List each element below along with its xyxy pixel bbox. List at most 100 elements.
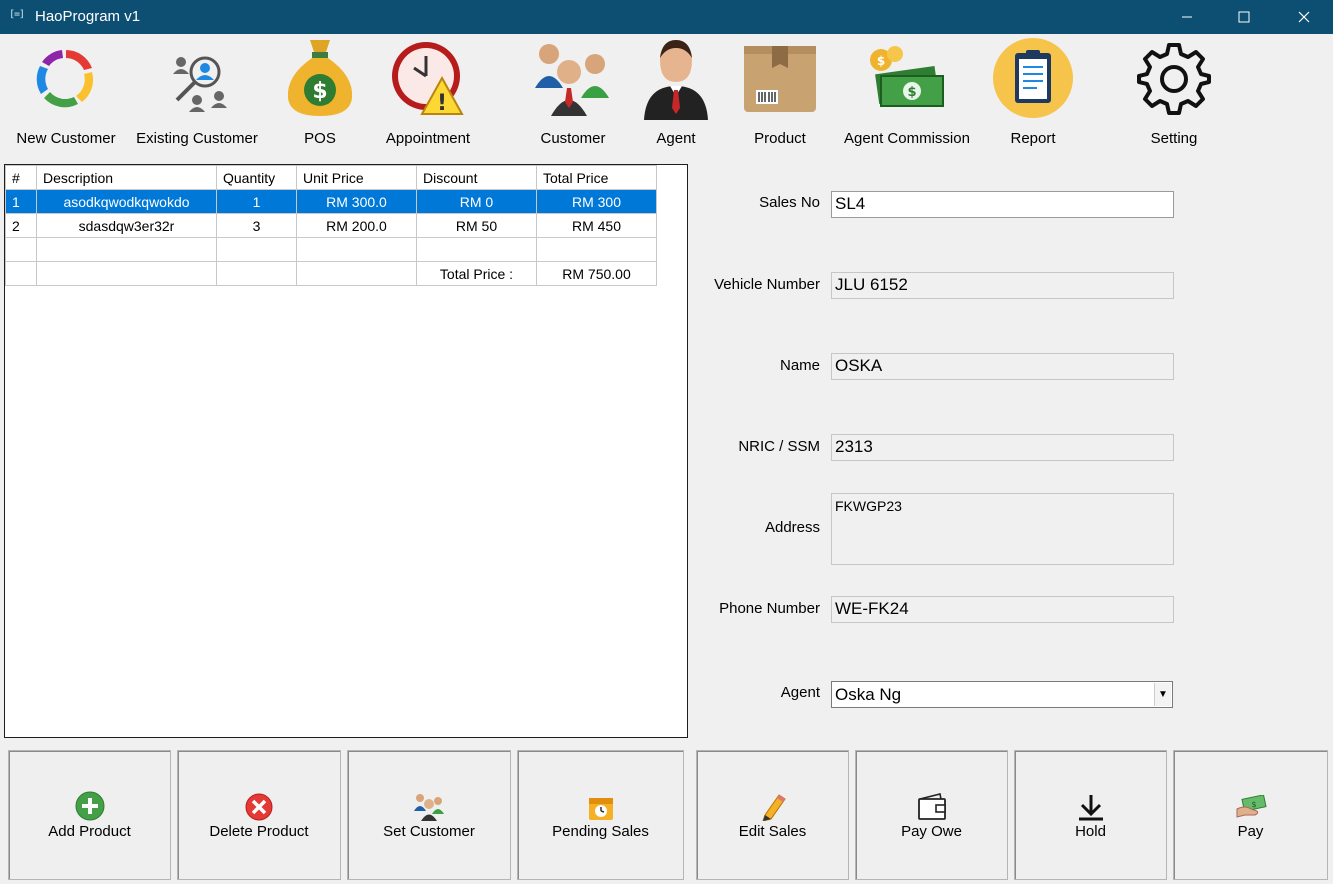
cell-description[interactable]: sdasdqw3er32r	[36, 213, 217, 238]
toolbar-label: Customer	[540, 130, 606, 147]
minimize-icon	[1182, 16, 1192, 18]
phone-number-field[interactable]: WE-FK24	[831, 596, 1174, 623]
cell-unit-price[interactable]: RM 300.0	[296, 189, 417, 214]
toolbar-existing-customer[interactable]: Existing Customer	[135, 34, 259, 156]
svg-text:$: $	[877, 54, 885, 68]
plus-circle-icon	[75, 791, 105, 821]
toolbar-agent-commission[interactable]: $ $ Agent Commission	[840, 34, 974, 156]
table-row-empty[interactable]	[5, 237, 657, 262]
address-label: Address	[764, 519, 820, 536]
pay-owe-button[interactable]: Pay Owe	[855, 750, 1008, 880]
set-customer-button[interactable]: Set Customer	[347, 750, 511, 880]
cell-unit-price[interactable]: RM 200.0	[296, 213, 417, 238]
cell-number[interactable]: 1	[5, 189, 37, 214]
clock-warning-icon: !	[386, 34, 470, 122]
toolbar-report[interactable]: Report	[990, 34, 1076, 156]
download-icon	[1077, 791, 1105, 821]
delete-product-button[interactable]: Delete Product	[177, 750, 341, 880]
refresh-cycle-icon	[24, 34, 108, 122]
cell-discount[interactable]: RM 50	[416, 213, 537, 238]
toolbar-label: Product	[754, 130, 806, 147]
toolbar-new-customer[interactable]: New Customer	[10, 34, 122, 156]
cell-total-price[interactable]: RM 450	[536, 213, 657, 238]
user-search-icon	[155, 34, 239, 122]
name-field[interactable]: OSKA	[831, 353, 1174, 380]
toolbar-label: Agent Commission	[844, 130, 970, 147]
toolbar-label: Existing Customer	[136, 130, 258, 147]
package-box-icon	[738, 34, 822, 122]
column-header-discount[interactable]: Discount	[416, 165, 537, 190]
money-bag-icon: $	[278, 34, 362, 122]
title-bar: [=] HaoProgram v1	[0, 0, 1333, 34]
cell-quantity[interactable]: 3	[216, 213, 297, 238]
total-price-value: RM 750.00	[536, 261, 657, 286]
cell-number[interactable]: 2	[5, 213, 37, 238]
app-icon: [=]	[9, 9, 25, 20]
sales-table-panel: # Description Quantity Unit Price Discou…	[4, 164, 688, 738]
minimize-button[interactable]	[1164, 0, 1210, 34]
clipboard-report-icon	[991, 34, 1075, 122]
vehicle-number-field[interactable]: JLU 6152	[831, 272, 1174, 299]
calendar-clock-icon	[588, 791, 614, 821]
button-label: Delete Product	[209, 822, 309, 840]
svg-text:$: $	[907, 85, 916, 100]
svg-text:!: !	[437, 91, 447, 116]
main-toolbar: New Customer Existing Customer $ POS ! A…	[0, 34, 1333, 159]
button-label: Pending Sales	[552, 822, 649, 840]
pencil-icon	[759, 791, 787, 821]
column-header-description[interactable]: Description	[36, 165, 217, 190]
dropdown-arrow-icon[interactable]: ▼	[1154, 683, 1171, 706]
close-icon	[1298, 11, 1310, 23]
button-label: Hold	[1075, 822, 1106, 840]
window-title: HaoProgram v1	[35, 8, 141, 25]
total-price-label: Total Price :	[416, 261, 537, 286]
button-label: Pay	[1237, 822, 1264, 840]
pay-button[interactable]: $ Pay	[1173, 750, 1328, 880]
close-button[interactable]	[1281, 0, 1327, 34]
toolbar-agent[interactable]: Agent	[638, 34, 714, 156]
cell-discount[interactable]: RM 0	[416, 189, 537, 214]
button-label: Edit Sales	[738, 822, 807, 840]
nric-label: NRIC / SSM	[738, 438, 820, 455]
maximize-button[interactable]	[1221, 0, 1267, 34]
agent-select[interactable]: Oska Ng ▼	[831, 681, 1173, 708]
svg-text:$: $	[312, 79, 327, 104]
column-header-unit-price[interactable]: Unit Price	[296, 165, 417, 190]
toolbar-label: POS	[304, 130, 336, 147]
svg-text:$: $	[1251, 800, 1256, 809]
cell-quantity[interactable]: 1	[216, 189, 297, 214]
column-header-number[interactable]: #	[5, 165, 37, 190]
hand-money-icon: $	[1235, 791, 1267, 821]
agent-selected-value: Oska Ng	[835, 685, 902, 704]
cell-description[interactable]: asodkqwodkqwokdo	[36, 189, 217, 214]
hold-button[interactable]: Hold	[1014, 750, 1167, 880]
sales-table: # Description Quantity Unit Price Discou…	[5, 165, 657, 286]
toolbar-label: Agent	[656, 130, 696, 147]
agent-label: Agent	[780, 684, 820, 701]
people-group-icon	[412, 791, 446, 821]
toolbar-setting[interactable]: Setting	[1133, 34, 1215, 156]
toolbar-label: Appointment	[385, 130, 471, 147]
wallet-icon	[917, 791, 947, 821]
edit-sales-button[interactable]: Edit Sales	[696, 750, 849, 880]
gear-icon	[1132, 34, 1216, 122]
sales-no-field[interactable]: SL4	[831, 191, 1174, 218]
toolbar-appointment[interactable]: ! Appointment	[380, 34, 476, 156]
cell-total-price[interactable]: RM 300	[536, 189, 657, 214]
table-row[interactable]: 1 asodkqwodkqwokdo 1 RM 300.0 RM 0 RM 30…	[5, 189, 657, 214]
table-row[interactable]: 2 sdasdqw3er32r 3 RM 200.0 RM 50 RM 450	[5, 213, 657, 238]
delete-circle-icon	[245, 791, 273, 821]
maximize-icon	[1238, 11, 1250, 23]
sales-no-label: Sales No	[759, 194, 820, 211]
column-header-quantity[interactable]: Quantity	[216, 165, 297, 190]
address-field[interactable]: FKWGP23	[831, 493, 1174, 565]
column-header-total-price[interactable]: Total Price	[536, 165, 657, 190]
toolbar-customer[interactable]: Customer	[530, 34, 616, 156]
cash-coins-icon: $ $	[865, 34, 949, 122]
toolbar-product[interactable]: Product	[740, 34, 820, 156]
add-product-button[interactable]: Add Product	[8, 750, 171, 880]
pending-sales-button[interactable]: Pending Sales	[517, 750, 684, 880]
toolbar-pos[interactable]: $ POS	[282, 34, 358, 156]
nric-field[interactable]: 2313	[831, 434, 1174, 461]
people-group-icon	[531, 34, 615, 122]
